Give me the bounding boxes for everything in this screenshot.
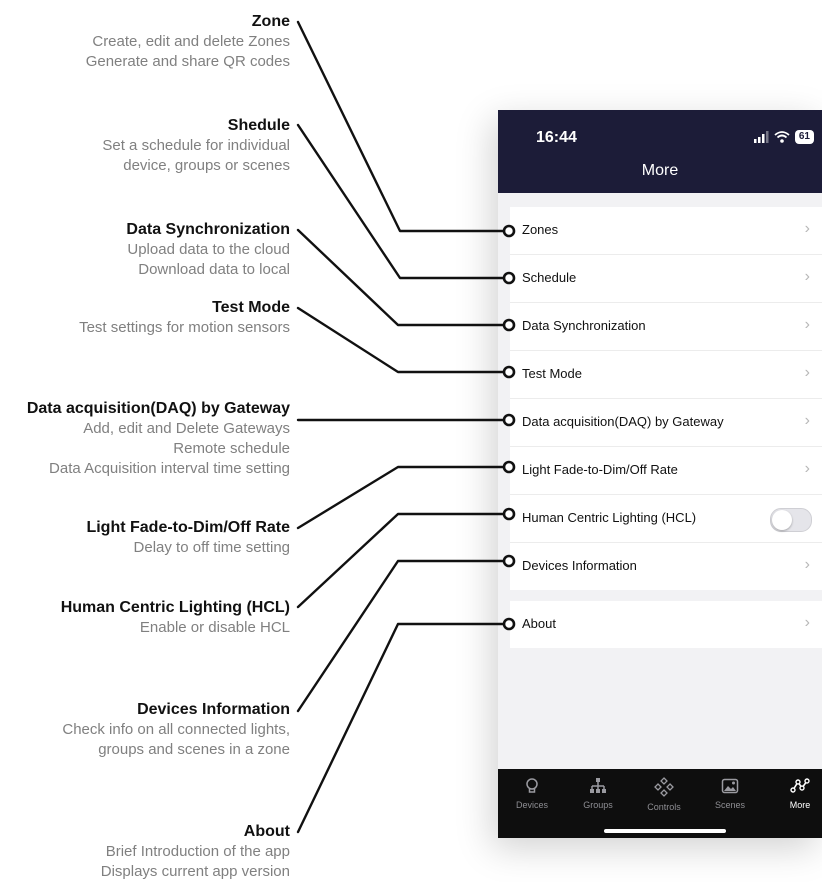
leader-marker [502, 617, 516, 631]
leader-marker [502, 365, 516, 379]
annotation-leaders [296, 20, 516, 834]
leader-marker [502, 271, 516, 285]
leader-marker [502, 413, 516, 427]
leader-marker [502, 460, 516, 474]
leader-line [296, 306, 507, 374]
leader-line [296, 559, 507, 713]
leader-line [296, 622, 507, 834]
leader-marker [502, 507, 516, 521]
leader-line [296, 20, 507, 233]
leader-marker [502, 224, 516, 238]
leader-marker [502, 554, 516, 568]
leader-line [296, 465, 507, 530]
leader-marker [502, 318, 516, 332]
leader-line [296, 123, 507, 280]
